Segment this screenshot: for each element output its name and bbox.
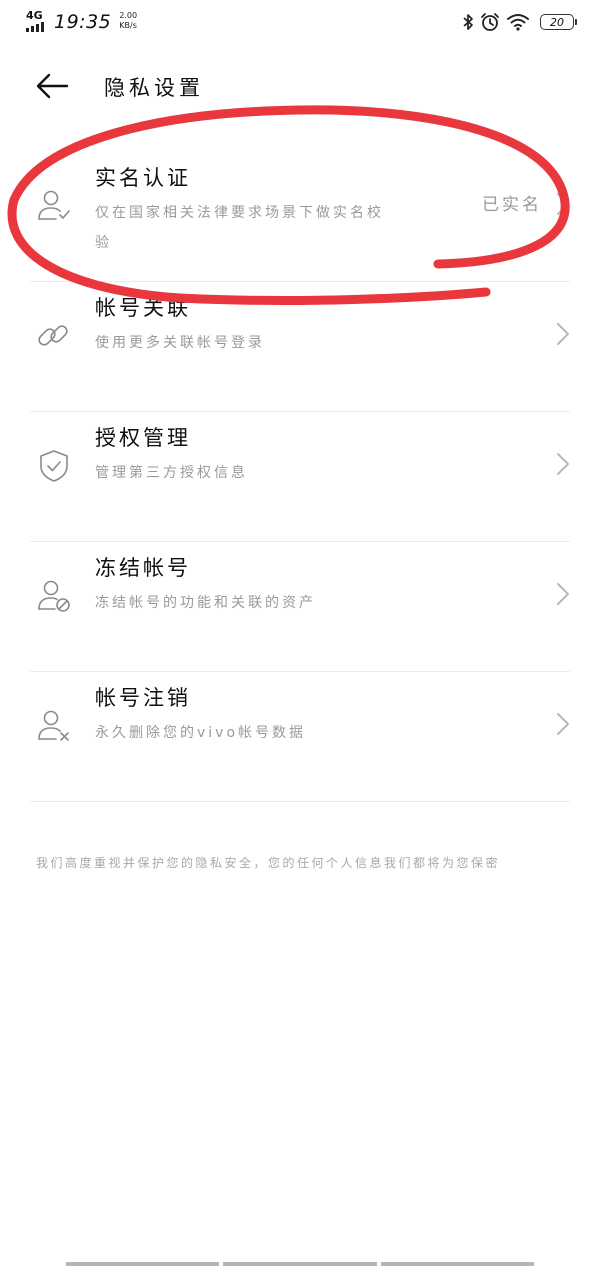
status-time: 19:35 [54, 11, 112, 33]
item-title: 冻结帐号 [95, 556, 191, 580]
network-speed: 2.00 KB/s [119, 11, 137, 31]
settings-item-freeze-account[interactable]: 冻结帐号 冻结帐号的功能和关联的资产 [0, 542, 600, 672]
item-title: 实名认证 [95, 166, 191, 190]
link-icon [36, 318, 72, 354]
cellular-signal-icon: 4G [24, 8, 52, 34]
item-description: 冻结帐号的功能和关联的资产 [95, 595, 316, 611]
user-remove-icon [36, 708, 72, 744]
battery-level: 20 [550, 15, 564, 29]
chevron-right-icon [556, 192, 570, 216]
item-title: 帐号关联 [95, 296, 191, 320]
header: 隐私设置 [0, 60, 600, 116]
status-right: 20 [462, 12, 577, 32]
bluetooth-icon [462, 13, 474, 31]
item-status-value: 已实名 [482, 195, 542, 215]
status-left: 4G 19:35 2.00 KB/s [24, 8, 137, 34]
settings-item-account-link[interactable]: 帐号关联 使用更多关联帐号登录 [0, 282, 600, 412]
chevron-right-icon [556, 582, 570, 606]
item-description: 管理第三方授权信息 [95, 465, 248, 481]
item-description: 使用更多关联帐号登录 [95, 335, 265, 351]
divider [30, 801, 570, 802]
back-button[interactable] [30, 70, 74, 106]
battery-icon: 20 [540, 14, 577, 30]
item-title: 帐号注销 [95, 686, 191, 710]
user-block-icon [36, 578, 72, 614]
network-speed-unit: KB/s [119, 21, 137, 30]
item-description: 永久删除您的vivo帐号数据 [95, 725, 307, 741]
wifi-icon [506, 13, 530, 31]
settings-item-real-name[interactable]: 实名认证 仅在国家相关法律要求场景下做实名校验 已实名 [0, 152, 600, 282]
network-type: 4G [26, 9, 43, 22]
user-check-icon [36, 188, 72, 224]
chevron-right-icon [556, 712, 570, 736]
navigation-gesture-bar[interactable] [66, 1262, 534, 1266]
status-bar: 4G 19:35 2.00 KB/s 20 [0, 0, 600, 46]
settings-item-delete-account[interactable]: 帐号注销 永久删除您的vivo帐号数据 [0, 672, 600, 802]
network-speed-value: 2.00 [119, 11, 138, 20]
page-title: 隐私设置 [104, 76, 204, 100]
arrow-left-icon [35, 73, 69, 103]
privacy-footer-note: 我们高度重视并保护您的隐私安全，您的任何个人信息我们都将为您保密 [36, 856, 501, 870]
item-title: 授权管理 [95, 426, 191, 450]
settings-list: 实名认证 仅在国家相关法律要求场景下做实名校验 已实名 帐号关联 使用更多关联帐… [0, 152, 600, 802]
chevron-right-icon [556, 322, 570, 346]
alarm-icon [480, 12, 500, 32]
settings-item-authorization[interactable]: 授权管理 管理第三方授权信息 [0, 412, 600, 542]
shield-check-icon [36, 448, 72, 484]
item-description: 仅在国家相关法律要求场景下做实名校验 [95, 205, 384, 251]
chevron-right-icon [556, 452, 570, 476]
